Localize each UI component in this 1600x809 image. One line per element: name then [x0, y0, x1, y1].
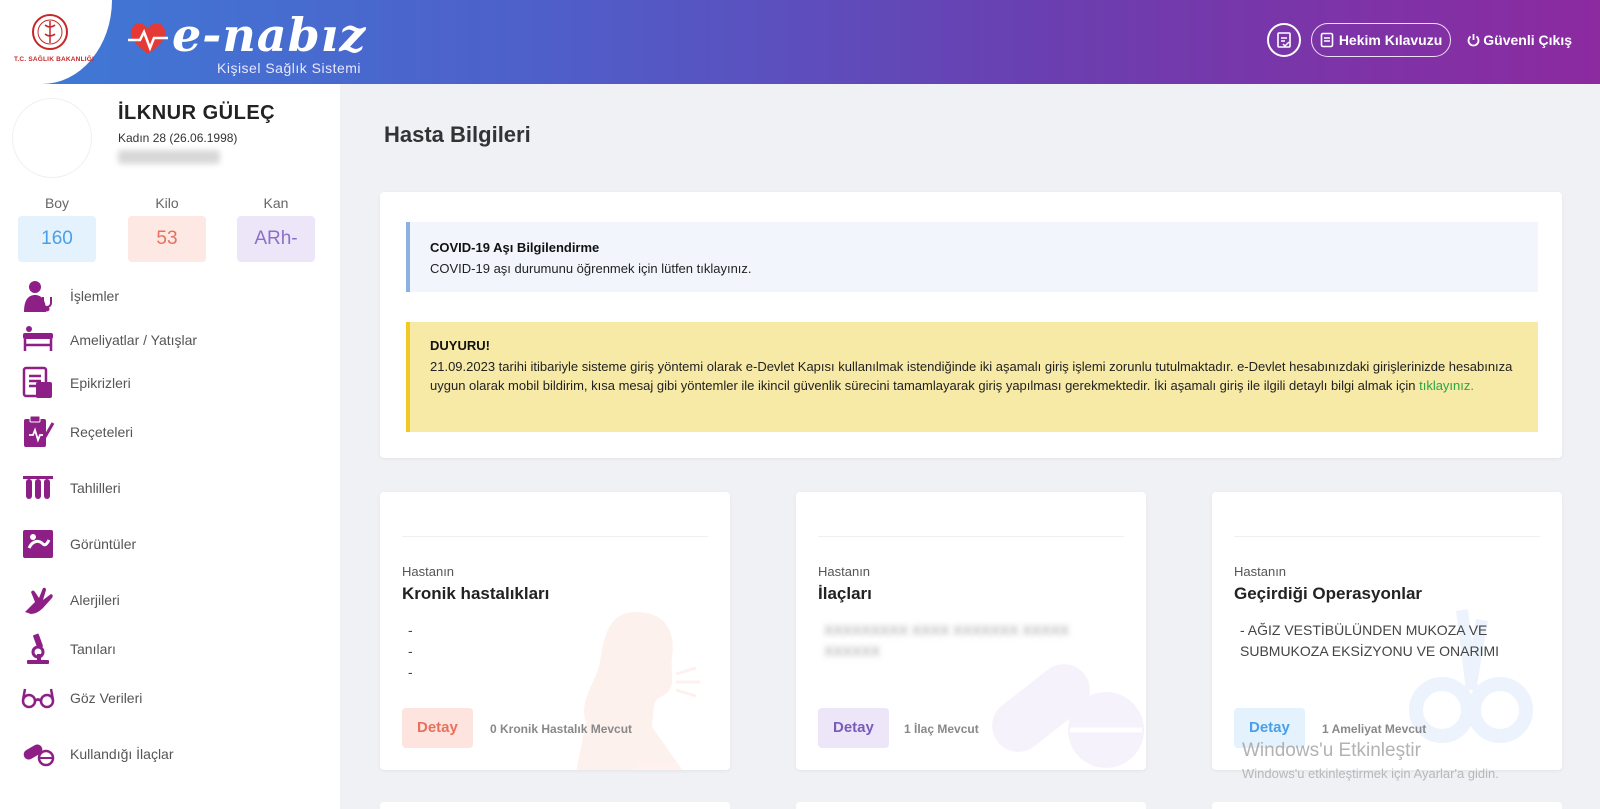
- notice-card: COVID-19 Aşı Bilgilendirme COVID-19 aşı …: [380, 192, 1562, 458]
- sidebar-item-ameliyatlar[interactable]: Ameliyatlar / Yatışlar: [20, 320, 320, 360]
- sidebar-item-goruntuler[interactable]: Görüntüler: [20, 524, 320, 564]
- ministry-emblem-icon: [32, 14, 68, 50]
- medications-detail-button[interactable]: Detay: [818, 708, 889, 748]
- card-count: 0 Kronik Hastalık Mevcut: [490, 722, 633, 736]
- logout-button[interactable]: Güvenli Çıkış: [1461, 32, 1572, 48]
- height-stat: Boy 160: [18, 194, 96, 262]
- weight-value: 53: [128, 216, 206, 262]
- sidebar-item-tahlilleri[interactable]: Tahlilleri: [20, 468, 320, 508]
- height-label: Boy: [44, 195, 70, 211]
- document-icon: [20, 365, 56, 401]
- card-title: İlaçları: [818, 584, 872, 603]
- sidebar-label: Tanıları: [70, 641, 116, 657]
- card-body: XXXXXXXXX XXXX XXXXXXX XXXXX XXXXXX: [824, 620, 1124, 662]
- allergy-hand-icon: [20, 582, 56, 618]
- sidebar-item-kullandigi-ilaclar[interactable]: Kullandığı İlaçlar: [20, 734, 320, 774]
- sidebar-label: Reçeteleri: [70, 424, 134, 440]
- chronic-diseases-card: Hastanın Kronik hastalıkları - - - Detay…: [380, 492, 730, 770]
- card-line-item: SUBMUKOZA EKSİZYONU VE ONARIMI: [1240, 643, 1500, 659]
- sidebar-label: İşlemler: [70, 288, 120, 304]
- card-count: 1 İlaç Mevcut: [904, 722, 979, 736]
- next-row-card: [380, 802, 730, 809]
- sidebar-item-receteleri[interactable]: Reçeteleri: [20, 412, 320, 452]
- card-count: 1 Ameliyat Mevcut: [1322, 722, 1427, 736]
- card-subtitle: Hastanın: [1234, 564, 1287, 579]
- ministry-name: T.C. SAĞLIK BAKANLIĞI: [13, 56, 95, 63]
- physician-guide-label: Hekim Kılavuzu: [1338, 32, 1443, 48]
- prescription-icon: [20, 414, 56, 450]
- sidebar-label: Kullandığı İlaçlar: [70, 746, 174, 762]
- chronic-diseases-detail-button[interactable]: Detay: [402, 708, 473, 748]
- card-body: - AĞIZ VESTİBÜLÜNDEN MUKOZA VE SUBMUKOZA…: [1240, 620, 1540, 662]
- power-icon: [1467, 34, 1480, 47]
- pill-icon: [20, 736, 56, 772]
- sidebar-item-islemler[interactable]: İşlemler: [20, 276, 320, 316]
- brand-name: e-nabız: [172, 8, 367, 62]
- weight-stat: Kilo 53: [128, 194, 206, 262]
- sidebar-item-goz-verileri[interactable]: Göz Verileri: [20, 678, 320, 718]
- card-line-item: -: [408, 664, 413, 680]
- blood-type-label: Kan: [263, 195, 289, 211]
- announcement-link[interactable]: tıklayınız.: [1419, 378, 1474, 393]
- next-row-card: [1212, 802, 1562, 809]
- card-line-item-redacted: XXXXXXXXX XXXX XXXXXXX XXXXX: [824, 622, 1070, 638]
- announcement-text: 21.09.2023 tarihi itibariyle sisteme gir…: [430, 357, 1524, 395]
- windows-activation-watermark: Windows'u Etkinleştir: [1242, 740, 1421, 761]
- sidebar-label: Tahlilleri: [70, 480, 121, 496]
- next-row-card: [796, 802, 1146, 809]
- heart-pulse-icon: [128, 23, 168, 54]
- announcement-body: 21.09.2023 tarihi itibariyle sisteme gir…: [430, 359, 1513, 393]
- glasses-icon: [20, 680, 56, 716]
- sidebar-label: Göz Verileri: [70, 690, 143, 706]
- patient-name: İLKNUR GÜLEÇ: [118, 102, 276, 124]
- height-value: 160: [18, 216, 96, 262]
- sidebar: İLKNUR GÜLEÇ Kadın 28 (26.06.1998) Boy 1…: [0, 84, 340, 809]
- operations-card: Hastanın Geçirdiği Operasyonlar - AĞIZ V…: [1212, 492, 1562, 770]
- prescription-check-button[interactable]: [1266, 23, 1301, 57]
- card-line-item: -: [408, 622, 413, 638]
- announcement-alert: DUYURU! 21.09.2023 tarihi itibariyle sis…: [406, 322, 1538, 432]
- book-icon: [1320, 32, 1334, 48]
- card-title: Geçirdiği Operasyonlar: [1234, 584, 1423, 603]
- enabiz-logo[interactable]: e-nabız Kişisel Sağlık Sistemi: [122, 4, 382, 82]
- card-subtitle: Hastanın: [402, 564, 455, 579]
- card-subtitle: Hastanın: [818, 564, 871, 579]
- logout-label: Güvenli Çıkış: [1483, 32, 1572, 48]
- announcement-title: DUYURU!: [430, 338, 490, 353]
- sidebar-item-epikrizleri[interactable]: Epikrizleri: [20, 363, 320, 403]
- ministry-logo[interactable]: T.C. SAĞLIK BAKANLIĞI: [0, 0, 112, 84]
- bed-icon: [20, 322, 56, 358]
- card-line-item: - AĞIZ VESTİBÜLÜNDEN MUKOZA VE: [1240, 622, 1488, 638]
- prescription-check-icon: [1277, 32, 1291, 48]
- medications-card: Hastanın İlaçları XXXXXXXXX XXXX XXXXXXX…: [796, 492, 1146, 770]
- page-title: Hasta Bilgileri: [384, 122, 531, 147]
- sidebar-label: Alerjileri: [70, 592, 120, 608]
- weight-label: Kilo: [155, 195, 179, 211]
- doctor-icon: [20, 278, 56, 314]
- microscope-icon: [20, 631, 56, 667]
- windows-activation-subtext: Windows'u etkinleştirmek için Ayarlar'a …: [1242, 766, 1499, 781]
- blood-type-value: ARh-: [237, 216, 315, 262]
- test-tubes-icon: [20, 470, 56, 506]
- top-header: T.C. SAĞLIK BAKANLIĞI e-nabız Kişisel Sa…: [0, 0, 1600, 84]
- blood-type-stat: Kan ARh-: [237, 194, 315, 262]
- covid-alert-text: COVID-19 aşı durumunu öğrenmek için lütf…: [430, 261, 752, 276]
- sidebar-item-alerjileri[interactable]: Alerjileri: [20, 580, 320, 620]
- sidebar-label: Epikrizleri: [70, 375, 131, 391]
- patient-info: Kadın 28 (26.06.1998): [118, 131, 238, 145]
- card-body: - - -: [408, 620, 708, 683]
- card-title: Kronik hastalıkları: [402, 584, 550, 603]
- sidebar-label: Görüntüler: [70, 536, 137, 552]
- card-line-item: -: [408, 643, 413, 659]
- physician-guide-button[interactable]: Hekim Kılavuzu: [1310, 23, 1452, 57]
- sidebar-label: Ameliyatlar / Yatışlar: [70, 332, 198, 348]
- covid-alert[interactable]: COVID-19 Aşı Bilgilendirme COVID-19 aşı …: [406, 222, 1538, 292]
- card-line-item-redacted: XXXXXX: [824, 643, 881, 659]
- xray-icon: [20, 526, 56, 562]
- avatar: [12, 98, 92, 178]
- covid-alert-title: COVID-19 Aşı Bilgilendirme: [430, 240, 600, 255]
- patient-id-redacted: [118, 150, 220, 164]
- sidebar-item-tanilari[interactable]: Tanıları: [20, 629, 320, 669]
- brand-subtitle: Kişisel Sağlık Sistemi: [217, 60, 362, 76]
